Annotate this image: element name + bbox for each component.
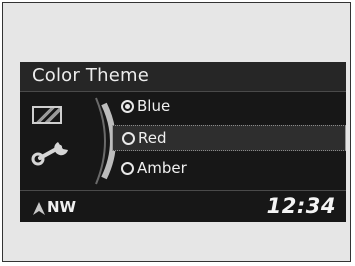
option-blue[interactable]: Blue [112, 94, 346, 120]
gauge-icon [32, 106, 62, 124]
wrench-icon [31, 142, 68, 166]
option-label: Amber [137, 159, 187, 177]
settings-category-panel [20, 92, 120, 188]
radio-checked-icon [121, 100, 134, 113]
clock: 12:34 [266, 194, 336, 218]
radio-unchecked-icon [121, 162, 134, 175]
title-bar: Color Theme [20, 62, 346, 92]
radio-unchecked-icon [122, 132, 135, 145]
color-theme-options: Blue Red Amber [112, 92, 346, 188]
option-amber[interactable]: Amber [112, 156, 346, 182]
navigation-arrow-icon [33, 202, 45, 215]
option-red[interactable]: Red [112, 125, 346, 151]
display-screen: Color Theme Blue Red Amber NW 12:34 [20, 62, 346, 222]
figure-frame: Color Theme Blue Red Amber NW 12:34 [2, 2, 351, 262]
compass-heading: NW [47, 198, 77, 216]
option-label: Red [138, 129, 167, 147]
option-label: Blue [137, 97, 171, 115]
status-bar: NW 12:34 [20, 190, 346, 222]
screen-title: Color Theme [32, 65, 150, 86]
